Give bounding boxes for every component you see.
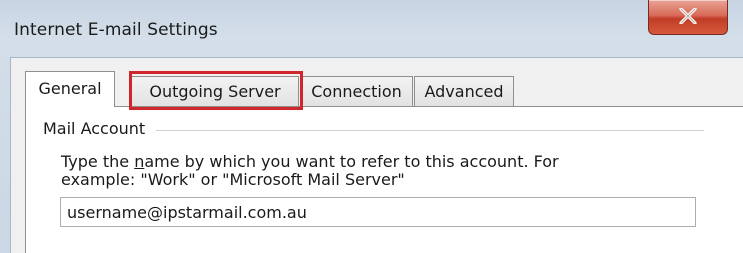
tab-general[interactable]: General (25, 71, 115, 107)
close-button[interactable] (648, 0, 728, 35)
help-text-part: ame by which you want to refer to this a… (144, 152, 559, 171)
tab-advanced[interactable]: Advanced (414, 76, 514, 106)
window-title: Internet E-mail Settings (14, 20, 218, 40)
tab-outgoing-server-label: Outgoing Server (149, 82, 281, 101)
tab-general-label: General (38, 79, 102, 98)
tab-advanced-label: Advanced (424, 82, 504, 101)
tab-outgoing-server[interactable]: Outgoing Server (131, 76, 299, 106)
account-name-help-text: Type the name by which you want to refer… (61, 153, 681, 189)
close-x-icon (679, 8, 697, 24)
account-name-input[interactable] (60, 197, 696, 227)
dialog-client-area: General Outgoing Server Connection Advan… (10, 57, 743, 253)
help-text-mnemonic: n (134, 152, 145, 171)
general-tab-panel: Mail Account Type the name by which you … (25, 106, 743, 253)
help-text-line2: example: "Work" or "Microsoft Mail Serve… (61, 170, 405, 189)
group-divider (156, 130, 704, 132)
internet-email-settings-dialog: Internet E-mail Settings General Outgoin… (0, 0, 743, 253)
title-bar: Internet E-mail Settings (0, 0, 743, 60)
help-text-part: Type the (61, 152, 135, 171)
mail-account-group-label: Mail Account (43, 119, 152, 138)
tab-connection-label: Connection (311, 82, 402, 101)
tab-connection[interactable]: Connection (300, 76, 413, 106)
